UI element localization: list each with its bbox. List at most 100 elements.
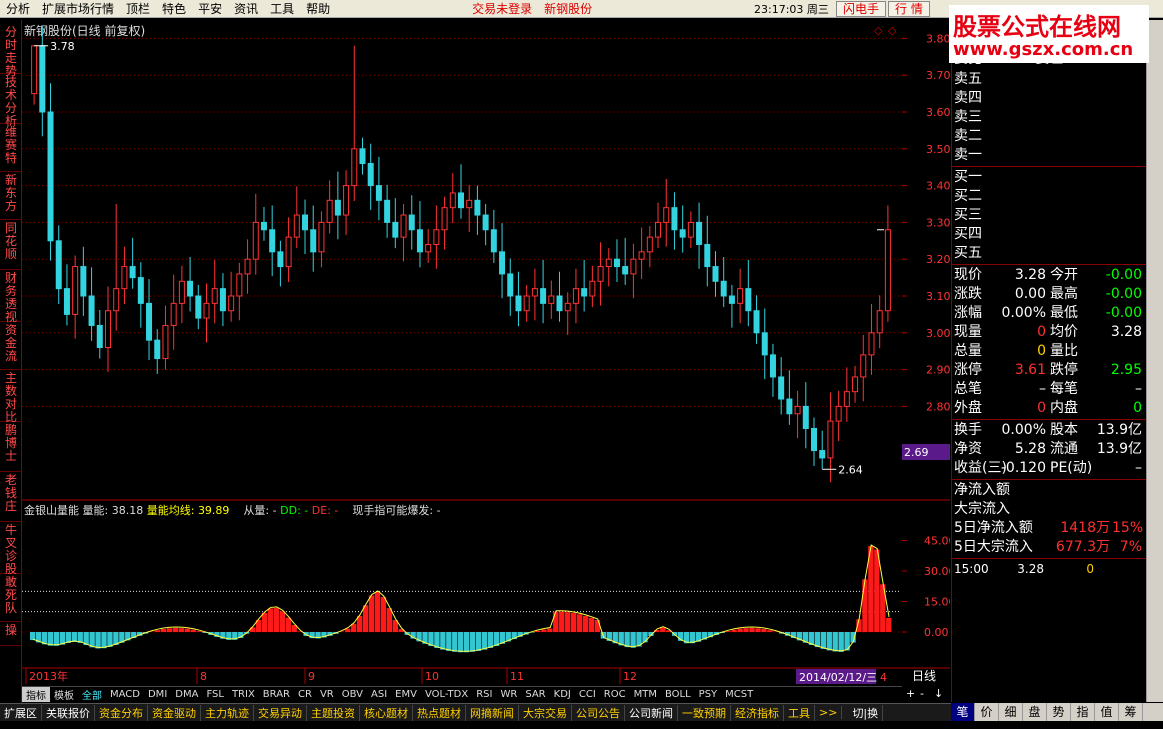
indicator-tab-cr[interactable]: CR [294,689,316,700]
period-label[interactable]: 日线 [912,669,936,683]
sell-level-5: 卖五 [954,70,1144,89]
candle-body [285,236,292,268]
right-tab-5[interactable]: 指 [1071,703,1095,721]
status-tab-15[interactable]: 工具 [784,704,815,721]
stock-name-link[interactable]: 新钢股份 [538,0,598,17]
status-tab-10[interactable]: 大宗交易 [519,704,572,721]
right-tab-6[interactable]: 值 [1095,703,1119,721]
status-tab-5[interactable]: 交易异动 [254,704,307,721]
flash-button[interactable]: 闪电手 [836,1,887,17]
status-tab-17[interactable]: 切|换 [848,704,884,721]
trade-status[interactable]: 交易未登录 [466,0,538,17]
left-tab-6[interactable]: 资金流 [0,322,22,370]
indicator-tab-obv[interactable]: OBV [338,689,367,700]
indicator-tab-vol-tdx[interactable]: VOL-TDX [421,689,472,700]
indicator-tab-rsi[interactable]: RSI [472,689,496,700]
indicator-ctrl-2[interactable]: ↓ [934,687,943,700]
indicator-tab-cci[interactable]: CCI [575,689,600,700]
indicator-tab-wr[interactable]: WR [496,689,521,700]
status-tab-2[interactable]: 资金分布 [95,704,148,721]
right-tab-1[interactable]: 价 [975,703,999,721]
left-tab-3[interactable]: 新东方 [0,172,22,220]
left-tab-4[interactable]: 同花顺 [0,220,22,270]
right-scrollbar[interactable] [1146,20,1163,702]
indicator-tab-emv[interactable]: EMV [391,689,421,700]
volume-bar [374,591,381,632]
candle-body [47,111,54,242]
status-tab-16[interactable]: >> [815,706,843,719]
indicator-ctrl-0[interactable]: + [906,687,915,700]
status-tab-8[interactable]: 热点题材 [413,704,466,721]
candle-body [408,214,415,231]
indicator-tab-kdj[interactable]: KDJ [550,689,575,700]
quote-button[interactable]: 行 情 [888,1,930,17]
right-tab-2[interactable]: 细 [999,703,1023,721]
menu-item[interactable]: 资讯 [228,0,264,17]
right-tab-3[interactable]: 盘 [1023,703,1047,721]
kline-chart[interactable]: 3.78 2.64 2013年 8 9 10 11 12 2014/02/12/三 4 ◇ ◇ [22,20,902,686]
left-tab-1[interactable]: 技术分析 [0,74,22,128]
divider [952,166,1146,167]
quote-value: 0 [1133,400,1142,416]
menu-item[interactable]: 顶栏 [120,0,156,17]
right-tab-7[interactable]: 筹 [1119,703,1143,721]
status-tab-7[interactable]: 核心题材 [360,704,413,721]
chart-option-icon[interactable]: ◇ [874,24,883,37]
status-tab-12[interactable]: 公司新闻 [625,704,678,721]
indicator-tab-roc[interactable]: ROC [600,689,630,700]
status-tab-13[interactable]: 一致预期 [678,704,731,721]
indicator-ctrl-1[interactable]: - [920,687,924,700]
left-tab-2[interactable]: 维赛特 [0,124,22,172]
left-tab-10[interactable]: 牛叉诊股 [0,522,22,576]
indicator-tab-trix[interactable]: TRIX [228,689,259,700]
buy-level-label: 买五 [954,245,982,261]
indicator-tab-asi[interactable]: ASI [367,689,391,700]
status-tab-0[interactable]: 扩展区 [0,704,42,721]
indicator-tab-macd[interactable]: MACD [106,689,144,700]
candle-body [269,229,276,253]
status-tab-14[interactable]: 经济指标 [731,704,784,721]
indicator-tab-psy[interactable]: PSY [695,689,722,700]
status-tab-9[interactable]: 网摘新闻 [466,704,519,721]
candle-body [778,376,785,400]
sell-level-label: 卖三 [954,109,982,125]
left-tab-12[interactable]: 操 [0,622,22,646]
left-tab-9[interactable]: 老钱庄 [0,472,22,522]
indicator-tab-dma[interactable]: DMA [171,689,202,700]
price-tick-label: 3.10 [926,290,950,303]
indicator-tab-mcst[interactable]: MCST [721,689,757,700]
status-tab-11[interactable]: 公司公告 [572,704,625,721]
candle-body [187,280,194,297]
menu-item[interactable]: 工具 [264,0,300,17]
quote-label: 外盘 [954,400,982,416]
status-tab-6[interactable]: 主题投资 [307,704,360,721]
menu-item[interactable]: 扩展市场行情 [36,0,120,17]
menu-item[interactable]: 特色 [156,0,192,17]
menu-item[interactable]: 分析 [0,0,36,17]
left-tab-7[interactable]: 主数对比 [0,370,22,424]
menu-item[interactable]: 平安 [192,0,228,17]
indicator-tab-sar[interactable]: SAR [521,689,549,700]
indicator-tab-指标[interactable]: 指标 [22,687,50,702]
flow-title: 大宗流入 [954,501,1010,517]
left-tab-8[interactable]: 鹏博士 [0,422,22,472]
left-tab-0[interactable]: 分时走势 [0,24,22,78]
indicator-tab-fsl[interactable]: FSL [202,689,228,700]
status-tab-4[interactable]: 主力轨迹 [201,704,254,721]
status-tab-3[interactable]: 资金驱动 [148,704,201,721]
chart-settings-icon[interactable]: ◇ [888,24,897,37]
indicator-tab-boll[interactable]: BOLL [661,689,695,700]
volume-bar [463,632,470,653]
indicator-tab-brar[interactable]: BRAR [259,689,294,700]
indicator-tab-模板[interactable]: 模板 [50,687,78,702]
right-tab-4[interactable]: 势 [1047,703,1071,721]
status-tab-1[interactable]: 关联报价 [42,704,95,721]
left-tab-5[interactable]: 财务透视 [0,270,22,324]
indicator-tab-全部[interactable]: 全部 [78,687,106,702]
indicator-tab-dmi[interactable]: DMI [144,689,171,700]
menu-item[interactable]: 帮助 [300,0,336,17]
right-tab-0[interactable]: 笔 [951,703,975,721]
indicator-tab-vr[interactable]: VR [316,689,338,700]
left-tab-11[interactable]: 敢死队 [0,574,22,622]
indicator-tab-mtm[interactable]: MTM [630,689,661,700]
